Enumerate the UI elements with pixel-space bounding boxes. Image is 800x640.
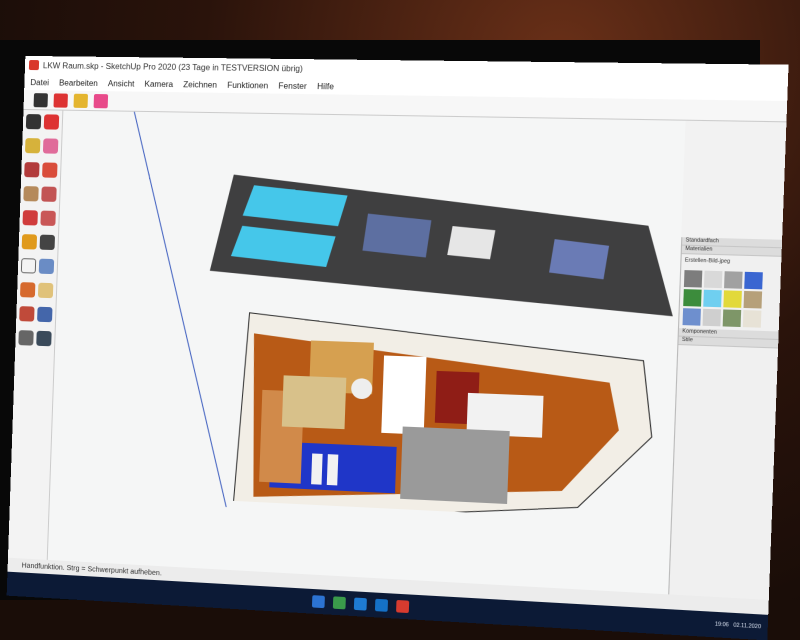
menu-funktionen[interactable]: Funktionen [227,80,268,90]
roof-box [447,226,495,259]
zoomext-icon[interactable] [37,307,52,323]
swatch-5[interactable] [683,289,701,306]
swatch-6[interactable] [703,290,721,308]
zoom-icon[interactable] [19,306,34,322]
arc-icon[interactable] [24,162,39,177]
rectangle-icon[interactable] [42,162,57,177]
swatch-1[interactable] [684,270,702,287]
move-icon[interactable] [41,186,56,201]
swatch-12[interactable] [743,310,762,328]
tape-icon[interactable] [39,235,54,250]
swatch-7[interactable] [723,290,742,308]
model-svg [50,111,685,523]
outlook-icon[interactable] [375,599,388,612]
model-viewport[interactable] [47,111,685,610]
axes-icon[interactable] [38,259,53,274]
rotate-icon[interactable] [22,210,37,225]
eraser-tool-icon[interactable] [53,93,67,107]
line-icon[interactable] [42,138,57,153]
edge-icon[interactable] [354,598,367,611]
pushpull-icon[interactable] [23,186,38,201]
window-title: LKW Raum.skp - SketchUp Pro 2020 (23 Tag… [43,61,303,73]
system-tray: 19:06 02.11.2020 [715,621,768,630]
section-icon[interactable] [36,331,51,347]
menu-datei[interactable]: Datei [30,78,49,87]
swatch-10[interactable] [703,309,721,327]
wardrobe [400,427,510,505]
swatch-11[interactable] [723,309,742,327]
paint-tool-icon[interactable] [73,93,88,107]
offset-icon[interactable] [22,234,37,249]
tray-date: 02.11.2020 [733,622,761,630]
walk-icon[interactable] [18,330,33,346]
menu-fenster[interactable]: Fenster [278,81,307,91]
right-trays: Standardfach Materialien Erstellen-Bild-… [668,237,782,615]
eraser-icon[interactable] [43,114,58,129]
menu-kamera[interactable]: Kamera [144,79,173,89]
menu-zeichnen[interactable]: Zeichnen [183,80,217,90]
tray-time: 19:06 [715,621,729,628]
swatch-3[interactable] [724,271,743,289]
paint-icon[interactable] [25,138,40,153]
swatch-4[interactable] [744,272,763,290]
pillar-1 [311,453,323,484]
select-tool-icon[interactable] [34,93,48,107]
pan-icon[interactable] [37,283,52,299]
sketchup-logo-icon [29,60,39,70]
menu-bearbeiten[interactable]: Bearbeiten [59,78,98,88]
explorer-icon[interactable] [312,595,325,608]
text-icon[interactable] [21,258,36,273]
fridge-door [381,355,426,434]
material-swatches [679,267,781,332]
orbit-icon[interactable] [20,282,35,297]
scale-icon[interactable] [40,211,55,226]
swatch-8[interactable] [744,291,763,309]
menu-hilfe[interactable]: Hilfe [317,81,334,90]
skylight-1 [362,213,431,257]
bath [282,375,346,429]
select-icon[interactable] [26,114,41,129]
chrome-icon[interactable] [333,596,346,609]
monitor-screen: LKW Raum.skp - SketchUp Pro 2020 (23 Tag… [7,56,789,640]
pillar-2 [327,454,339,485]
swatch-2[interactable] [704,271,722,288]
swatch-9[interactable] [682,308,700,326]
menu-ansicht[interactable]: Ansicht [108,79,135,88]
skylight-2 [549,239,609,279]
sketchup-taskbar-icon[interactable] [396,600,409,613]
shape-tool-icon[interactable] [94,94,109,108]
